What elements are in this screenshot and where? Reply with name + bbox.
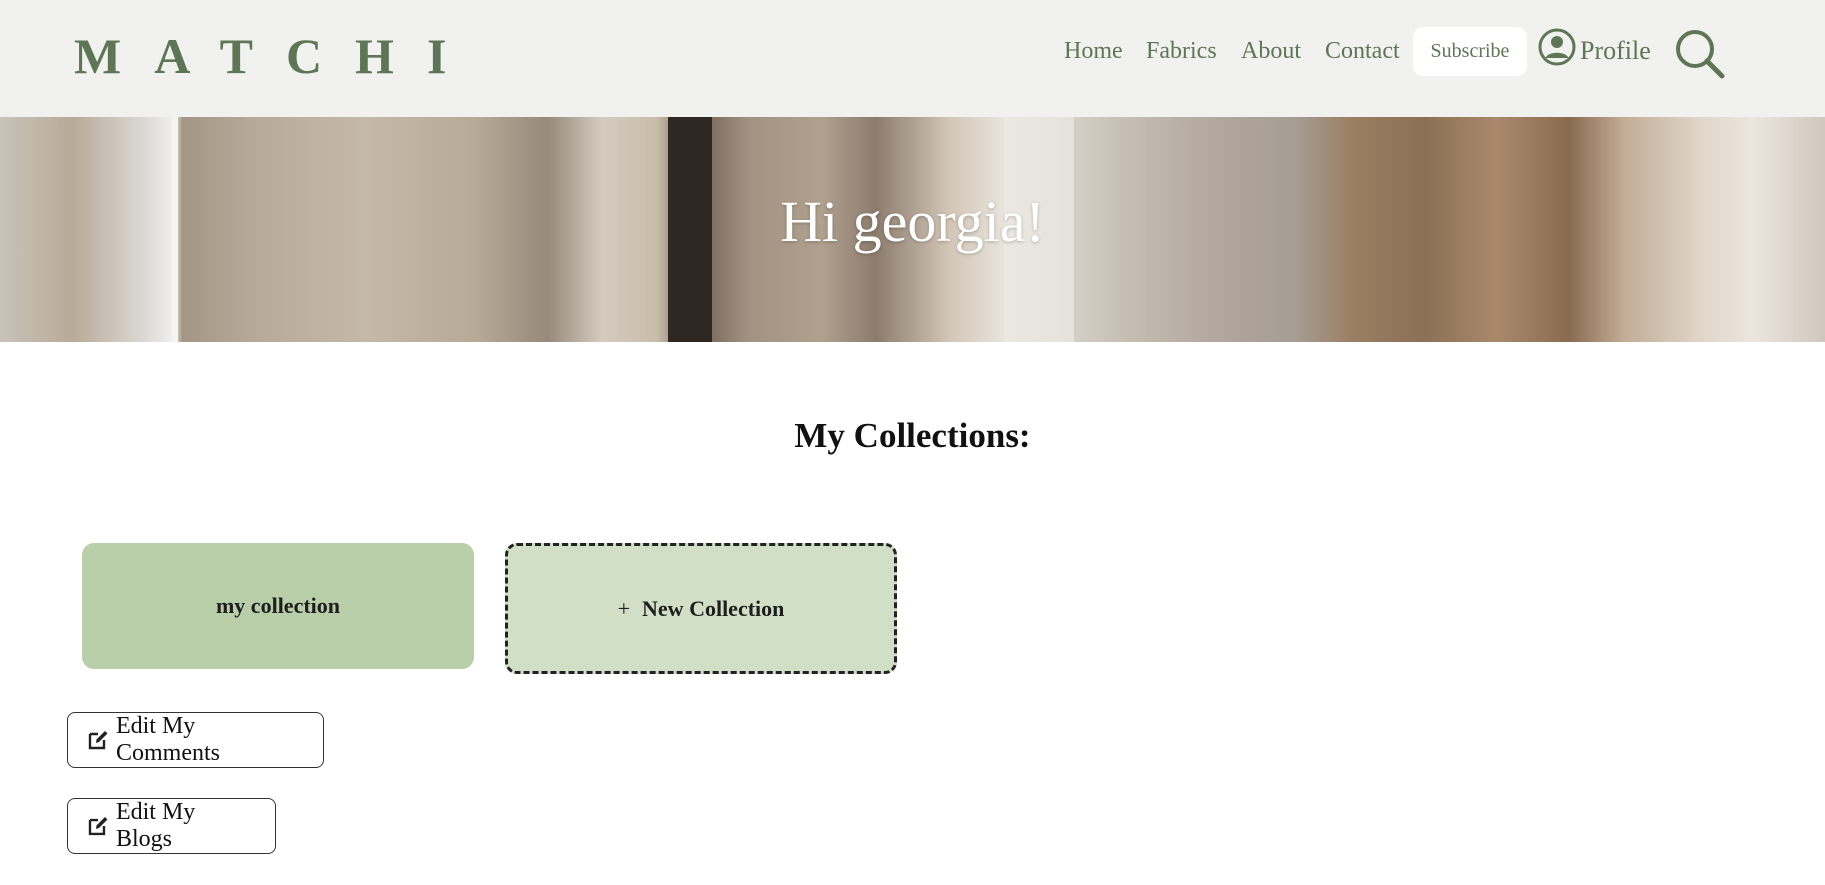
hero-greeting: Hi georgia! (780, 189, 1045, 254)
edit-comments-label: Edit My Comments (115, 713, 220, 766)
nav-home[interactable]: Home (1064, 36, 1123, 66)
edit-comments-button[interactable]: Edit My Comments (67, 712, 324, 768)
user-circle-icon (1538, 28, 1576, 66)
collections-heading: My Collections: (794, 416, 1031, 455)
search-icon[interactable] (1674, 28, 1726, 80)
nav-contact[interactable]: Contact (1325, 36, 1400, 66)
edit-icon (88, 731, 108, 750)
profile-link[interactable]: Profile (1538, 26, 1651, 76)
collection-card[interactable]: my collection (82, 543, 474, 669)
nav-fabrics[interactable]: Fabrics (1146, 36, 1217, 66)
hero-banner: Hi georgia! (0, 117, 1825, 342)
new-collection-button[interactable]: + New Collection (505, 543, 897, 674)
nav-about[interactable]: About (1241, 36, 1301, 66)
subscribe-button[interactable]: Subscribe (1413, 27, 1527, 76)
plus-icon: + (617, 595, 631, 621)
main-nav: Home Fabrics About Contact Subscribe Pro… (0, 0, 1825, 117)
edit-icon (88, 817, 108, 836)
site-header: MATCHI Home Fabrics About Contact Subscr… (0, 0, 1825, 117)
edit-blogs-label: Edit My Blogs (115, 799, 196, 852)
edit-blogs-button[interactable]: Edit My Blogs (67, 798, 276, 854)
new-collection-label: New Collection (642, 595, 785, 621)
profile-label: Profile (1580, 36, 1651, 65)
collection-card-label: my collection (215, 593, 341, 618)
